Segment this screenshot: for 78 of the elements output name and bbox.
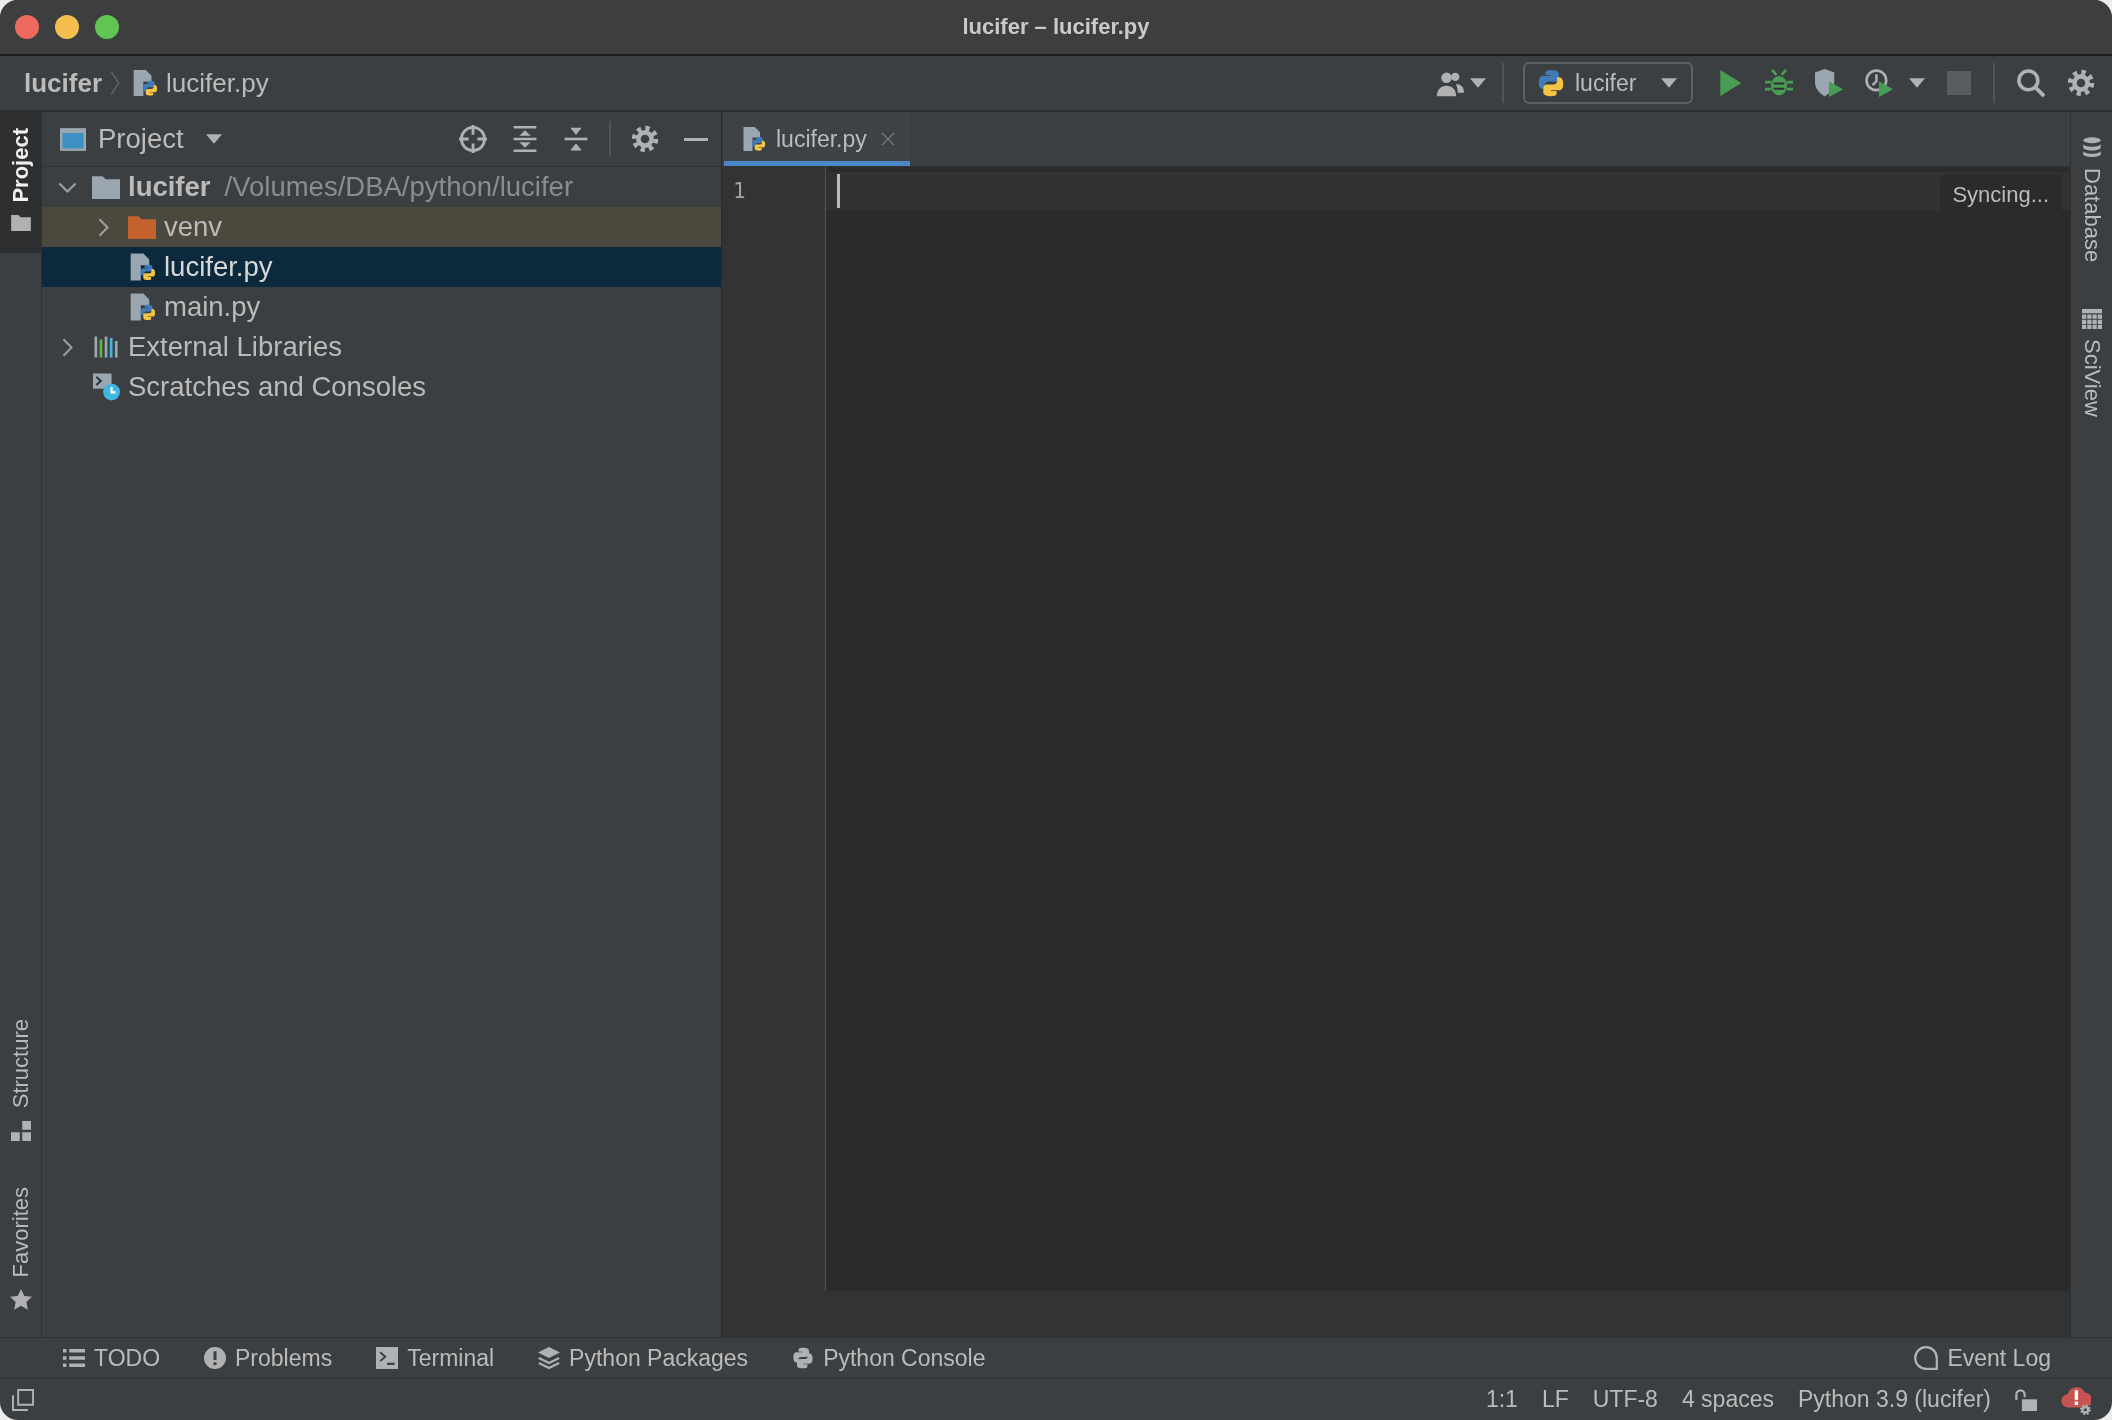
folder-icon <box>92 175 120 199</box>
chevron-icon <box>110 70 121 96</box>
tool-window-button[interactable]: Problems <box>204 1344 333 1372</box>
lock-icon[interactable] <box>2015 1388 2037 1411</box>
scratch-icon <box>92 373 120 401</box>
view-selector[interactable]: Project <box>60 123 222 155</box>
python-file-icon <box>742 126 766 152</box>
play-icon[interactable] <box>1717 70 1743 96</box>
clock-play-icon[interactable] <box>1865 69 1893 97</box>
tool-window-button[interactable]: Python Packages <box>538 1344 749 1372</box>
status-bar-item[interactable]: LF <box>1541 1386 1569 1413</box>
status-bar-item[interactable]: UTF-8 <box>1592 1386 1658 1413</box>
zoom-button[interactable] <box>95 15 119 39</box>
breadcrumb[interactable]: lucifer.py <box>132 67 269 99</box>
folder-icon <box>10 214 31 231</box>
collapse-icon[interactable] <box>563 126 589 152</box>
tree-item[interactable]: main.py <box>42 287 721 327</box>
layers-icon <box>538 1347 561 1369</box>
crosshair-icon[interactable] <box>459 125 487 153</box>
python-logo-icon <box>792 1347 815 1369</box>
breadcrumb[interactable]: lucifer <box>24 67 103 99</box>
tool-window-button[interactable]: Event Log <box>1914 1344 2051 1372</box>
shield-play-icon[interactable] <box>1815 69 1843 97</box>
python-file-icon <box>128 253 156 281</box>
tool-window-tab[interactable]: SciView <box>2071 301 2112 426</box>
run-configuration-dropdown[interactable]: lucifer <box>1523 62 1693 104</box>
tool-window-tab[interactable]: Favorites <box>0 1178 41 1319</box>
line-number: 1 <box>733 178 746 205</box>
python-logo-icon <box>1537 69 1565 97</box>
chevron-icon[interactable] <box>61 337 73 357</box>
tool-window-button[interactable]: Python Console <box>792 1344 986 1372</box>
tool-window-button[interactable]: TODO <box>63 1344 161 1372</box>
text-cursor <box>837 174 840 208</box>
list-icon <box>63 1347 85 1369</box>
tree-item[interactable]: lucifer /Volumes/DBA/python/lucifer <box>42 167 721 207</box>
caret-icon <box>1470 78 1486 88</box>
speech-bubble-icon <box>1914 1346 1939 1370</box>
bug-icon[interactable] <box>1765 69 1793 97</box>
caret-icon[interactable] <box>1909 78 1925 88</box>
window-title: lucifer – lucifer.py <box>962 14 1150 40</box>
chevron-icon[interactable] <box>57 181 77 193</box>
cloud-alert-icon[interactable] <box>2061 1384 2091 1415</box>
code-editor[interactable]: 1 Syncing... <box>722 167 2070 1291</box>
expand-icon[interactable] <box>512 126 538 152</box>
chevron-icon[interactable] <box>97 217 109 237</box>
database-icon <box>2081 136 2102 158</box>
folder-icon <box>128 215 156 239</box>
caret-icon <box>1661 78 1677 88</box>
close-button[interactable] <box>15 15 39 39</box>
tree-item[interactable]: venv <box>42 207 721 247</box>
star-icon <box>9 1289 32 1311</box>
terminal-icon <box>376 1347 399 1369</box>
tool-window-button[interactable]: Terminal <box>376 1344 495 1372</box>
minimize-button[interactable] <box>55 15 79 39</box>
close-icon[interactable] <box>880 132 895 146</box>
tool-window-tab[interactable]: Project <box>0 112 41 253</box>
search-icon[interactable] <box>2017 69 2045 97</box>
status-bar-item[interactable]: Python 3.9 (lucifer) <box>1797 1386 1991 1413</box>
settings-icon[interactable] <box>631 125 659 153</box>
library-icon <box>92 335 120 359</box>
tree-item[interactable]: lucifer.py <box>42 247 721 287</box>
structure-icon <box>10 1120 31 1141</box>
python-file-icon <box>132 70 159 96</box>
python-file-icon <box>128 293 156 321</box>
status-bar-item[interactable]: 4 spaces <box>1681 1386 1774 1413</box>
alert-icon <box>204 1347 227 1369</box>
tree-item[interactable]: Scratches and Consoles <box>42 367 721 407</box>
caret-icon <box>205 134 222 144</box>
tree-item[interactable]: External Libraries <box>42 327 721 367</box>
folder-path: /Volumes/DBA/python/lucifer <box>224 171 574 203</box>
tool-window-tab[interactable]: Structure <box>0 1011 41 1149</box>
status-bar-item[interactable]: 1:1 <box>1485 1386 1518 1413</box>
tool-window-tab[interactable]: Database <box>2071 128 2112 271</box>
window-icon <box>60 127 86 151</box>
panels-icon[interactable] <box>12 1388 34 1411</box>
grid-icon <box>2081 309 2102 330</box>
settings-icon[interactable] <box>2067 69 2095 97</box>
minus-icon[interactable] <box>684 137 708 141</box>
